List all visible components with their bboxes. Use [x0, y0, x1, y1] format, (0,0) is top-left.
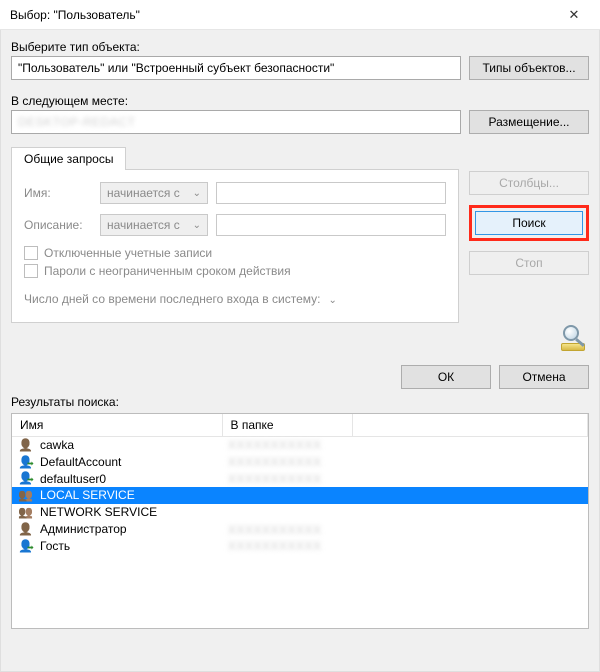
- results-row-name: DefaultAccount: [40, 455, 121, 469]
- results-row-name: cawka: [40, 438, 74, 452]
- pwd-never-expires-checkbox[interactable]: Пароли с неограниченным сроком действия: [24, 264, 446, 278]
- results-list[interactable]: Имя В папке cawkaXXXXXXXXXXXDefaultAccou…: [11, 413, 589, 629]
- titlebar: Выбор: "Пользователь" ✕: [0, 0, 600, 30]
- results-row-name: LOCAL SERVICE: [40, 488, 135, 502]
- desc-filter-combo-value: начинается с: [107, 218, 180, 232]
- userarrow-icon: [18, 540, 36, 554]
- user-icon: [18, 523, 36, 537]
- users-icon: [18, 506, 36, 520]
- close-button[interactable]: ✕: [554, 1, 594, 29]
- results-row[interactable]: DefaultAccount XXXXXXXXXXX: [12, 454, 588, 471]
- name-filter-input[interactable]: [216, 182, 446, 204]
- find-icon: [557, 325, 589, 351]
- checkbox-box: [24, 246, 38, 260]
- desc-filter-input[interactable]: [216, 214, 446, 236]
- results-row-folder: XXXXXXXXXXX: [228, 523, 322, 537]
- results-row[interactable]: cawka XXXXXXXXXXX: [12, 437, 588, 454]
- results-row-folder: XXXXXXXXXXX: [228, 438, 322, 452]
- last-login-label: Число дней со времени последнего входа в…: [24, 292, 320, 306]
- name-filter-combo-value: начинается с: [107, 186, 180, 200]
- desc-filter-combo[interactable]: начинается с ⌄: [100, 214, 208, 236]
- results-row-name: Администратор: [40, 522, 127, 536]
- results-row-folder: XXXXXXXXXXX: [228, 539, 322, 553]
- checkbox-box: [24, 264, 38, 278]
- chevron-down-icon: ⌄: [328, 295, 336, 306]
- object-types-button[interactable]: Типы объектов...: [469, 56, 589, 80]
- results-row-name: Гость: [40, 539, 70, 553]
- users-icon: [18, 489, 36, 503]
- results-row[interactable]: Администратор XXXXXXXXXXX: [12, 521, 588, 538]
- ok-button[interactable]: ОК: [401, 365, 491, 389]
- pwd-never-expires-label: Пароли с неограниченным сроком действия: [44, 264, 291, 278]
- results-row-name: NETWORK SERVICE: [40, 505, 157, 519]
- name-filter-combo[interactable]: начинается с ⌄: [100, 182, 208, 204]
- results-row-folder: XXXXXXXXXXX: [228, 472, 322, 486]
- last-login-combo[interactable]: ⌄: [328, 292, 388, 306]
- results-row[interactable]: LOCAL SERVICE: [12, 487, 588, 504]
- columns-button[interactable]: Столбцы...: [469, 171, 589, 195]
- results-row[interactable]: NETWORK SERVICE: [12, 504, 588, 521]
- cancel-button[interactable]: Отмена: [499, 365, 589, 389]
- chevron-down-icon: ⌄: [193, 220, 201, 231]
- userarrow-icon: [18, 472, 36, 486]
- user-icon: [18, 439, 36, 453]
- location-label: В следующем месте:: [11, 94, 589, 108]
- results-col-folder[interactable]: В папке: [222, 414, 352, 437]
- disabled-accounts-checkbox[interactable]: Отключенные учетные записи: [24, 246, 446, 260]
- results-row-name: defaultuser0: [40, 472, 106, 486]
- results-row[interactable]: defaultuser0 XXXXXXXXXXX: [12, 471, 588, 488]
- object-type-value: "Пользователь" или "Встроенный субъект б…: [18, 58, 334, 78]
- search-button[interactable]: Поиск: [475, 211, 583, 235]
- dialog-client-area: Выберите тип объекта: "Пользователь" или…: [0, 30, 600, 672]
- object-type-label: Выберите тип объекта:: [11, 40, 589, 54]
- results-row-folder: XXXXXXXXXXX: [228, 455, 322, 469]
- results-row[interactable]: Гость XXXXXXXXXXX: [12, 538, 588, 555]
- name-filter-label: Имя:: [24, 186, 92, 200]
- userarrow-icon: [18, 456, 36, 470]
- object-type-field[interactable]: "Пользователь" или "Встроенный субъект б…: [11, 56, 461, 80]
- results-col-name[interactable]: Имя: [12, 414, 222, 437]
- chevron-down-icon: ⌄: [193, 188, 201, 199]
- tab-body: Имя: начинается с ⌄ Описание: начинается…: [11, 169, 459, 323]
- window-title: Выбор: "Пользователь": [10, 8, 140, 22]
- tab-common-queries[interactable]: Общие запросы: [11, 147, 126, 170]
- disabled-accounts-label: Отключенные учетные записи: [44, 246, 212, 260]
- location-value: DESKTOP-REDACT: [18, 112, 135, 132]
- search-button-highlight: Поиск: [469, 205, 589, 241]
- results-col-spacer: [352, 414, 588, 437]
- locations-button[interactable]: Размещение...: [469, 110, 589, 134]
- results-label: Результаты поиска:: [11, 395, 589, 409]
- stop-button[interactable]: Стоп: [469, 251, 589, 275]
- location-field[interactable]: DESKTOP-REDACT: [11, 110, 461, 134]
- desc-filter-label: Описание:: [24, 218, 92, 232]
